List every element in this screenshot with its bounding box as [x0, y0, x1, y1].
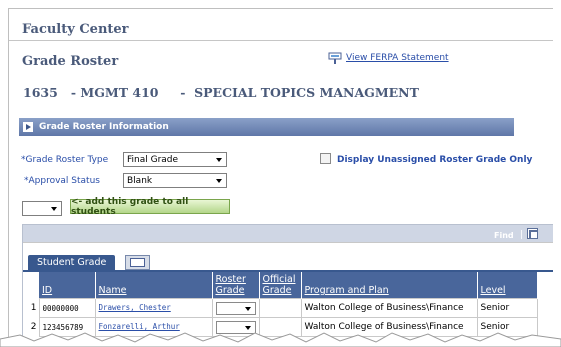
ferpa-link[interactable]: View FERPA Statement	[328, 52, 449, 64]
separator: |	[520, 230, 524, 240]
section-header[interactable]: Grade Roster Information	[19, 118, 514, 136]
page-title: Grade Roster	[22, 54, 119, 69]
grade-select[interactable]	[22, 201, 62, 216]
program-plan: Walton College of Business\Finance	[300, 298, 478, 318]
student-id: 00000000	[38, 298, 96, 318]
view-all-icon[interactable]	[527, 228, 538, 239]
approval-status-select[interactable]: Blank	[123, 173, 227, 188]
grade-roster-type-value: Final Grade	[127, 154, 179, 165]
ferpa-icon	[328, 52, 342, 64]
column-header-id[interactable]: ID	[39, 272, 96, 299]
ferpa-link-text[interactable]: View FERPA Statement	[346, 53, 449, 63]
column-header-roster-grade[interactable]: Roster Grade	[212, 272, 260, 299]
chevron-down-icon	[51, 207, 57, 211]
column-header-name[interactable]: Name	[95, 272, 213, 299]
collapse-icon[interactable]	[23, 122, 33, 132]
student-name-link[interactable]: Drawers, Chester	[99, 303, 171, 312]
section-title: Grade Roster Information	[39, 122, 169, 132]
row-number-header	[23, 272, 39, 299]
course-title: 1635 - MGMT 410 - SPECIAL TOPICS MANAGME…	[23, 85, 419, 100]
grid-navigation-bar: Find |	[23, 225, 553, 243]
official-grade	[258, 298, 302, 318]
roster-grade-select[interactable]	[215, 301, 256, 315]
show-all-columns-icon[interactable]	[125, 255, 150, 270]
approval-status-label: *Approval Status	[24, 176, 100, 186]
grade-roster-type-select[interactable]: Final Grade	[123, 152, 227, 167]
column-header-program-plan[interactable]: Program and Plan	[301, 272, 478, 299]
chevron-down-icon	[216, 158, 222, 162]
tab-student-grade[interactable]: Student Grade	[28, 255, 116, 270]
grid-tabs: Student Grade	[23, 244, 553, 272]
find-link[interactable]: Find	[494, 231, 514, 240]
level: Senior	[476, 298, 538, 318]
student-name-cell: Drawers, Chester	[94, 298, 213, 318]
torn-edge-decoration	[0, 332, 561, 347]
app-title: Faculty Center	[22, 22, 129, 37]
table-row: 1 00000000 Drawers, Chester Walton Colle…	[23, 298, 538, 318]
approval-status-value: Blank	[127, 175, 153, 186]
roster-grade-cell	[211, 298, 260, 318]
title-divider	[9, 40, 553, 41]
screenshot-frame: Faculty Center Grade Roster View FERPA S…	[8, 8, 553, 338]
display-unassigned-checkbox[interactable]	[320, 153, 331, 164]
row-number: 1	[30, 303, 37, 313]
add-grade-to-all-button[interactable]: <- add this grade to all students	[70, 197, 230, 217]
grade-roster-type-label: *Grade Roster Type	[21, 155, 109, 165]
chevron-down-icon	[216, 179, 222, 183]
chevron-down-icon	[244, 306, 251, 311]
column-header-level[interactable]: Level	[477, 272, 538, 299]
column-header-official-grade[interactable]: Official Grade	[259, 272, 302, 299]
table-header-row: ID Name Roster Grade Official Grade Prog…	[23, 272, 538, 299]
display-unassigned-label: Display Unassigned Roster Grade Only	[337, 155, 533, 165]
